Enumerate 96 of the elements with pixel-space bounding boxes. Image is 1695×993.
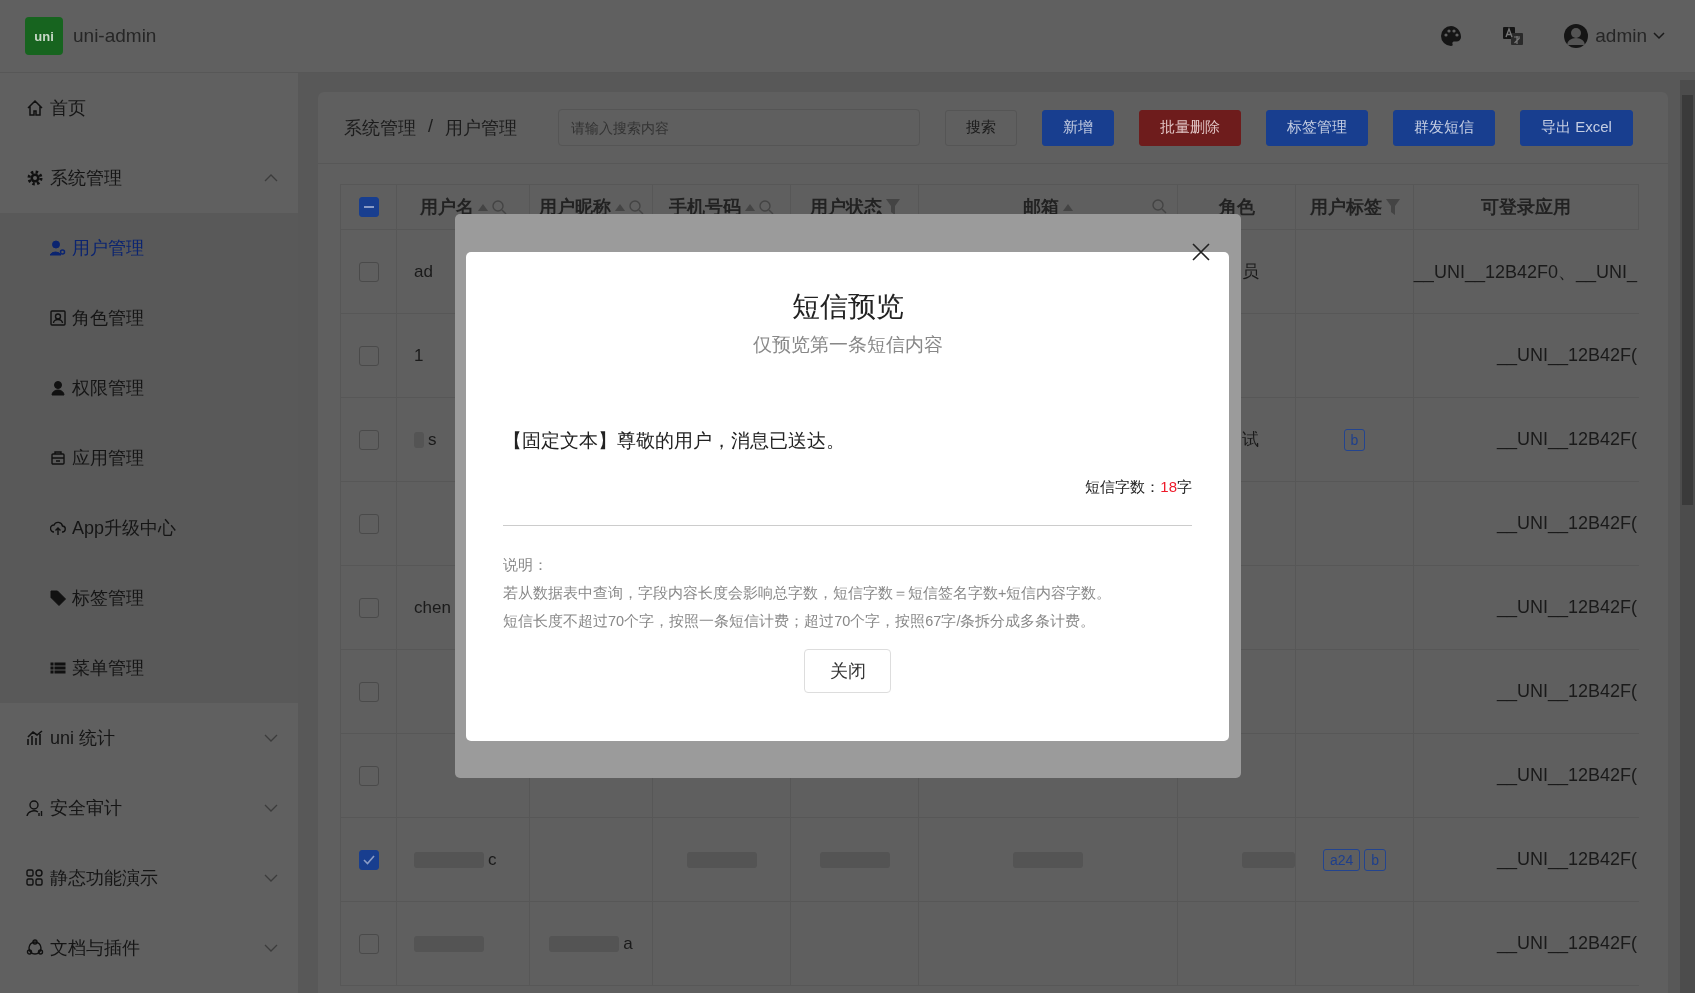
- table-cell: chen: [414, 597, 451, 618]
- user-tag: b: [1364, 848, 1387, 871]
- filter-icon[interactable]: [885, 199, 900, 215]
- column-header: 用户名: [419, 196, 474, 219]
- toolbar-button[interactable]: 批量删除: [1139, 109, 1241, 146]
- column-header: 可登录应用: [1481, 196, 1571, 219]
- table-cell: __UNI__12B42F(: [1496, 597, 1637, 618]
- chevron-icon: [264, 944, 278, 952]
- note-title: 说明：: [503, 556, 549, 575]
- toolbar-button[interactable]: 新增: [1042, 109, 1114, 146]
- user-tag: b: [1343, 428, 1366, 451]
- chevron-down-icon[interactable]: [1653, 32, 1665, 40]
- list-icon: [50, 660, 66, 676]
- chevron-icon: [264, 874, 278, 882]
- avatar-icon[interactable]: [1563, 23, 1590, 49]
- box-icon: [50, 450, 66, 466]
- table-cell: __UNI__12B42F(: [1496, 345, 1637, 366]
- close-icon[interactable]: [1191, 242, 1211, 262]
- user-name[interactable]: admin: [1595, 25, 1647, 47]
- count-label: 短信字数：: [1085, 478, 1161, 495]
- breadcrumb-item[interactable]: 系统管理: [344, 115, 416, 140]
- close-button[interactable]: 关闭: [804, 649, 891, 693]
- sort-icon[interactable]: [745, 203, 755, 211]
- user-icon: [26, 799, 44, 817]
- table-cell-text: 员: [1242, 261, 1259, 283]
- table-cell: c: [488, 849, 497, 870]
- dialog-title: 短信预览: [791, 290, 904, 324]
- table-cell-text: 试: [1242, 429, 1259, 451]
- palette-icon[interactable]: [1439, 24, 1464, 48]
- chart-icon: [26, 729, 44, 747]
- check-icon: [362, 854, 375, 865]
- table-cell: 1: [414, 345, 424, 366]
- nav-item[interactable]: 安全审计: [0, 773, 298, 843]
- search-icon[interactable]: [491, 199, 507, 215]
- column-header: 邮箱: [1023, 196, 1059, 219]
- chevron-icon: [264, 804, 278, 812]
- toolbar-button[interactable]: 标签管理: [1266, 109, 1368, 146]
- submenu-item[interactable]: 菜单管理: [0, 633, 298, 703]
- table-cell: __UNI__12B42F(: [1496, 429, 1637, 450]
- grid-icon: [26, 869, 44, 887]
- person-icon: [50, 380, 66, 396]
- submenu-item[interactable]: 标签管理: [0, 563, 298, 633]
- chevron-icon: [264, 174, 278, 182]
- table-cell: __UNI__12B42F(: [1496, 933, 1637, 954]
- scrollbar[interactable]: [1680, 80, 1695, 993]
- submenu-item[interactable]: 权限管理: [0, 353, 298, 423]
- table-cell: __UNI__12B42F(: [1496, 849, 1637, 870]
- submenu-item[interactable]: 角色管理: [0, 283, 298, 353]
- search-icon[interactable]: [759, 199, 774, 215]
- tag-icon: [50, 590, 66, 606]
- row-checkbox[interactable]: [358, 849, 379, 870]
- submenu-item[interactable]: 用户管理: [0, 213, 298, 283]
- dialog-subtitle: 仅预览第一条短信内容: [752, 333, 943, 357]
- toolbar-button[interactable]: 导出 Excel: [1520, 109, 1633, 146]
- count-value: 18: [1160, 478, 1177, 495]
- sort-icon[interactable]: [614, 203, 625, 211]
- user-gear-icon: [50, 240, 66, 256]
- column-header: 用户标签: [1309, 196, 1382, 219]
- table-cell: a: [623, 933, 633, 954]
- logo: uni: [25, 17, 63, 55]
- message-text: 【固定文本】尊敬的用户，消息已送达。: [503, 429, 846, 453]
- table-cell: __UNI__12B42F(: [1496, 681, 1637, 702]
- nav-item[interactable]: uni 统计: [0, 703, 298, 773]
- table-cell: s: [428, 429, 437, 450]
- note-text: 短信长度不超过70个字，按照一条短信计费；超过70个字，按照67字/条拆分成多条计费。: [503, 612, 1097, 631]
- submenu-item[interactable]: App升级中心: [0, 493, 298, 563]
- chevron-icon: [264, 734, 278, 742]
- note-text: 若从数据表中查询，字段内容长度会影响总字数，短信字数＝短信签名字数+短信内容字数。: [503, 584, 1113, 603]
- sort-icon[interactable]: [1063, 203, 1073, 211]
- breadcrumb-item: 用户管理: [445, 116, 517, 140]
- table-cell-text: __UNI__12B42F0、__UNI_: [1413, 260, 1637, 284]
- submenu-item[interactable]: 应用管理: [0, 423, 298, 493]
- search-icon[interactable]: [628, 199, 644, 215]
- table-cell: ad: [414, 261, 433, 282]
- filter-icon[interactable]: [1385, 199, 1400, 215]
- gear-icon: [26, 169, 44, 187]
- sort-icon[interactable]: [477, 203, 488, 211]
- nav-item[interactable]: 静态功能演示: [0, 843, 298, 913]
- cloud-upload-icon: [50, 520, 66, 536]
- nav-item[interactable]: 文档与插件: [0, 913, 298, 983]
- circles-icon: [26, 939, 44, 957]
- table-cell: __UNI__12B42F(: [1496, 513, 1637, 534]
- user-tag: a24: [1322, 848, 1361, 871]
- search-icon[interactable]: [1152, 199, 1167, 214]
- breadcrumb-separator: /: [428, 115, 433, 138]
- nav-item[interactable]: 系统管理: [0, 143, 298, 213]
- translate-icon[interactable]: [1501, 24, 1526, 48]
- count-unit: 字: [1177, 478, 1192, 495]
- toolbar-button[interactable]: 搜索: [945, 109, 1017, 146]
- home-icon: [26, 99, 44, 117]
- nav-item[interactable]: 首页: [0, 73, 298, 143]
- select-all-checkbox[interactable]: [358, 197, 379, 217]
- app-title: uni-admin: [73, 25, 157, 47]
- id-card-icon: [50, 310, 66, 326]
- toolbar-button[interactable]: 群发短信: [1393, 109, 1495, 146]
- table-cell: __UNI__12B42F(: [1496, 765, 1637, 786]
